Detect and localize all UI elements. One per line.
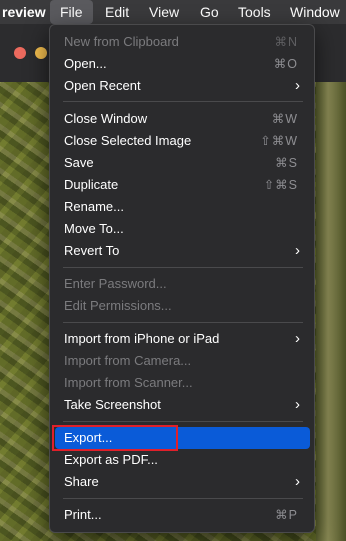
shortcut-label: ⌘P bbox=[275, 508, 298, 522]
export-highlight-outline bbox=[52, 425, 178, 451]
shortcut-label: ⌘O bbox=[273, 57, 298, 71]
menu-item-save[interactable]: Save ⌘S bbox=[55, 152, 310, 174]
shortcut-label: ⇧⌘W bbox=[260, 134, 298, 148]
file-menu: New from Clipboard ⌘N Open... ⌘O Open Re… bbox=[49, 24, 315, 533]
menu-tools[interactable]: Tools bbox=[228, 0, 281, 24]
shortcut-label: ⌘W bbox=[271, 112, 298, 126]
close-window-icon[interactable] bbox=[14, 47, 26, 59]
menu-view[interactable]: View bbox=[139, 0, 189, 24]
menu-item-open[interactable]: Open... ⌘O bbox=[55, 53, 310, 75]
menu-edit[interactable]: Edit bbox=[95, 0, 139, 24]
menu-file[interactable]: File bbox=[50, 0, 93, 24]
chevron-right-icon: › bbox=[295, 473, 300, 490]
menu-item-close-window[interactable]: Close Window ⌘W bbox=[55, 108, 310, 130]
menu-separator bbox=[63, 498, 303, 499]
menu-separator bbox=[63, 421, 303, 422]
menu-item-duplicate[interactable]: Duplicate ⇧⌘S bbox=[55, 174, 310, 196]
shortcut-label: ⌘S bbox=[275, 156, 298, 170]
menu-item-close-selected-image[interactable]: Close Selected Image ⇧⌘W bbox=[55, 130, 310, 152]
chevron-right-icon: › bbox=[295, 396, 300, 413]
menu-separator bbox=[63, 322, 303, 323]
chevron-right-icon: › bbox=[295, 77, 300, 94]
menu-item-take-screenshot[interactable]: Take Screenshot › bbox=[55, 394, 310, 416]
menu-item-move-to[interactable]: Move To... bbox=[55, 218, 310, 240]
chevron-right-icon: › bbox=[295, 330, 300, 347]
menu-item-edit-permissions: Edit Permissions... bbox=[64, 298, 172, 313]
menu-item-import-from-camera: Import from Camera... bbox=[64, 353, 192, 368]
shortcut-label: ⇧⌘S bbox=[263, 178, 298, 192]
menu-item-enter-password: Enter Password... bbox=[64, 276, 167, 291]
menu-window[interactable]: Window bbox=[280, 0, 346, 24]
menu-separator bbox=[63, 101, 303, 102]
menu-go[interactable]: Go bbox=[190, 0, 229, 24]
app-menu[interactable]: review bbox=[2, 4, 46, 20]
menu-item-export-as-pdf[interactable]: Export as PDF... bbox=[55, 449, 310, 471]
menu-item-share[interactable]: Share › bbox=[55, 471, 310, 493]
menu-item-open-recent[interactable]: Open Recent › bbox=[55, 75, 310, 97]
menu-item-rename[interactable]: Rename... bbox=[55, 196, 310, 218]
menu-item-new-from-clipboard: New from Clipboard ⌘N bbox=[55, 31, 310, 53]
menu-item-revert-to[interactable]: Revert To › bbox=[55, 240, 310, 262]
menu-item-import-from-scanner: Import from Scanner... bbox=[64, 375, 193, 390]
menu-bar: review File Edit View Go Tools Window bbox=[0, 0, 346, 24]
shortcut-label: ⌘N bbox=[274, 35, 298, 49]
image-edge bbox=[316, 24, 346, 541]
menu-separator bbox=[63, 267, 303, 268]
minimize-window-icon[interactable] bbox=[35, 47, 47, 59]
menu-item-print[interactable]: Print... ⌘P bbox=[55, 504, 310, 526]
menu-item-import-from-iphone[interactable]: Import from iPhone or iPad › bbox=[55, 328, 310, 350]
chevron-right-icon: › bbox=[295, 242, 300, 259]
